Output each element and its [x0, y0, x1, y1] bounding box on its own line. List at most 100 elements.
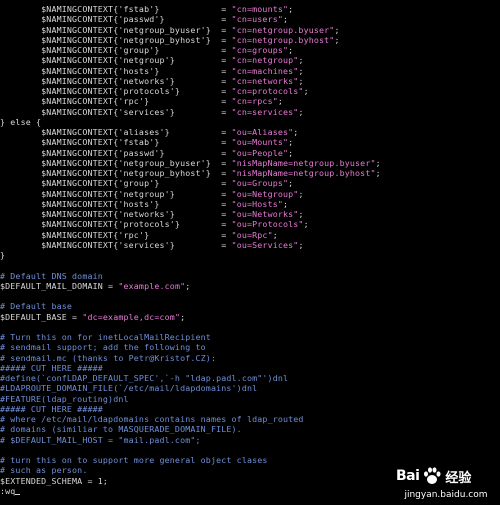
watermark-brand: Bai	[396, 468, 420, 484]
code-line: $NAMINGCONTEXT{'services'} = "ou=Service…	[0, 240, 500, 250]
comment-text: # Turn this on for inetLocalMailRecipien…	[0, 332, 211, 342]
string-literal: "cn=netgroup"	[231, 55, 299, 66]
code-text: $NAMINGCONTEXT{'networks'} =	[0, 75, 232, 86]
code-text: ;	[298, 75, 304, 86]
code-line: $NAMINGCONTEXT{'hosts'} = "ou=Hosts";	[0, 199, 500, 209]
string-literal: "ou=Netgroup"	[231, 188, 299, 199]
code-line: $NAMINGCONTEXT{'netgroup_byuser'} = "nis…	[0, 158, 500, 168]
code-line: #LDAPROUTE_DOMAIN_FILE(`/etc/mail/ldapdo…	[0, 383, 500, 393]
code-line: $NAMINGCONTEXT{'protocols'} = "cn=protoc…	[0, 86, 500, 96]
string-literal: "cn=mounts"	[231, 4, 289, 14]
watermark-url: jingyan.baidu.com	[404, 490, 488, 500]
string-literal: "cn=rpcs"	[231, 96, 278, 107]
code-text: ;	[288, 45, 294, 55]
code-text: $NAMINGCONTEXT{'netgroup'} =	[0, 188, 232, 199]
baidu-jingyan-logo: Bai 经验	[396, 463, 496, 489]
code-line: #define(`confLDAP_DEFAULT_SPEC',`-h "lda…	[0, 373, 500, 383]
string-literal: "cn=groups"	[231, 45, 289, 55]
code-text: ;	[185, 280, 191, 291]
code-text: $NAMINGCONTEXT{'hosts'} =	[0, 198, 232, 209]
code-buffer: $NAMINGCONTEXT{'fstab'} = "cn=mounts"; $…	[0, 4, 500, 496]
code-line: $NAMINGCONTEXT{'networks'} = "ou=Network…	[0, 209, 500, 219]
code-text: ;	[288, 4, 294, 14]
string-literal: "ou=Services"	[231, 239, 299, 250]
code-text: ;	[334, 34, 340, 45]
code-text: ;	[375, 157, 381, 168]
code-text: ;	[298, 106, 304, 117]
string-literal: "dc=example,dc=com"	[82, 311, 181, 322]
code-text: $NAMINGCONTEXT{'rpc'} =	[0, 96, 232, 107]
code-text: ;	[303, 219, 309, 230]
code-line: # Default base	[0, 301, 500, 311]
comment-text: ##### CUT HERE #####	[0, 403, 103, 414]
code-text: ;	[288, 147, 294, 158]
code-line: $NAMINGCONTEXT{'group'} = "ou=Groups";	[0, 178, 500, 188]
code-line: $DEFAULT_BASE = "dc=example,dc=com";	[0, 312, 500, 322]
string-literal: "ou=Protocols"	[231, 219, 304, 230]
code-text: $NAMINGCONTEXT{'fstab'} =	[0, 137, 232, 148]
code-line: #FEATURE(ldap_routing)dnl	[0, 394, 500, 404]
text-cursor	[15, 494, 21, 495]
code-text: ;	[298, 239, 304, 250]
code-line: $NAMINGCONTEXT{'networks'} = "cn=network…	[0, 76, 500, 86]
code-line: $NAMINGCONTEXT{'netgroup_byuser'} = "cn=…	[0, 25, 500, 35]
string-literal: "cn=networks"	[231, 75, 299, 86]
code-line: # domains (similiar to MASQUERADE_DOMAIN…	[0, 424, 500, 434]
code-line: ##### CUT HERE #####	[0, 404, 500, 414]
code-text: $NAMINGCONTEXT{'services'} =	[0, 239, 232, 250]
comment-text: # Default base	[0, 301, 73, 312]
code-line: $NAMINGCONTEXT{'aliases'} = "ou=Aliases"…	[0, 127, 500, 137]
code-text: :wq	[0, 485, 16, 496]
code-line: $NAMINGCONTEXT{'protocols'} = "ou=Protoc…	[0, 219, 500, 229]
string-literal: "cn=machines"	[231, 65, 299, 76]
code-line: # where /etc/mail/ldapdomains contains n…	[0, 414, 500, 424]
string-literal: "ou=Groups"	[231, 178, 289, 189]
code-line: # sendmail support; add the following to	[0, 342, 500, 352]
terminal-window[interactable]: $NAMINGCONTEXT{'fstab'} = "cn=mounts"; $…	[0, 0, 500, 505]
comment-text: #LDAPROUTE_DOMAIN_FILE(`/etc/mail/ldapdo…	[0, 383, 258, 394]
code-text: $NAMINGCONTEXT{'netgroup_byuser'} =	[0, 24, 232, 35]
code-line: $NAMINGCONTEXT{'netgroup_byhost'} = "cn=…	[0, 35, 500, 45]
code-text: ;	[293, 127, 299, 137]
comment-text: # Default DNS domain	[0, 270, 103, 281]
code-text: ;	[283, 198, 289, 209]
code-text: ;	[272, 229, 278, 240]
string-literal: "cn=netgroup.byhost"	[231, 34, 335, 45]
code-text: $NAMINGCONTEXT{'passwd'} =	[0, 14, 232, 25]
string-literal: "nisMapName=netgroup.byhost"	[231, 168, 376, 178]
code-line: $NAMINGCONTEXT{'rpc'} = "cn=rpcs";	[0, 96, 500, 106]
code-line: # Turn this on for inetLocalMailRecipien…	[0, 332, 500, 342]
code-line: $NAMINGCONTEXT{'group'} = "cn=groups";	[0, 45, 500, 55]
code-text: ;	[334, 24, 340, 35]
code-line: $NAMINGCONTEXT{'services'} = "cn=service…	[0, 107, 500, 117]
code-text: }	[0, 250, 6, 260]
code-line: # $DEFAULT_MAIL_HOST = "mail.padl.com";	[0, 435, 500, 445]
string-literal: "ou=Hosts"	[231, 198, 283, 209]
code-line: $NAMINGCONTEXT{'netgroup_byhost'} = "nis…	[0, 168, 500, 178]
code-text: $NAMINGCONTEXT{'group'} =	[0, 178, 232, 189]
comment-text: #define(`confLDAP_DEFAULT_SPEC',`-h "lda…	[0, 373, 289, 383]
code-text: $NAMINGCONTEXT{'netgroup'} =	[0, 55, 232, 66]
code-text: ;	[298, 55, 304, 66]
string-literal: "cn=netgroup.byuser"	[231, 24, 335, 35]
string-literal: "cn=protocols"	[231, 86, 304, 96]
code-text: $NAMINGCONTEXT{'fstab'} =	[0, 4, 232, 14]
string-literal: "cn=services"	[231, 106, 299, 117]
code-text: ;	[288, 178, 294, 189]
code-line: ##### CUT HERE #####	[0, 363, 500, 373]
code-text: ;	[288, 137, 294, 148]
code-text: ;	[277, 96, 284, 107]
code-line: # Default DNS domain	[0, 271, 500, 281]
code-text: ;	[298, 209, 304, 219]
code-line: # sendmail.mc (thanks to Petr@Kristof.CZ…	[0, 353, 500, 363]
watermark: Bai 经验 jingyan.baidu.com	[396, 463, 496, 503]
code-text: $NAMINGCONTEXT{'aliases'} =	[0, 127, 232, 137]
code-line: $NAMINGCONTEXT{'fstab'} = "ou=Mounts";	[0, 137, 500, 147]
code-line: $NAMINGCONTEXT{'hosts'} = "cn=machines";	[0, 66, 500, 76]
code-text: ;	[298, 188, 304, 199]
code-text: $NAMINGCONTEXT{'netgroup_byuser'} =	[0, 157, 232, 168]
